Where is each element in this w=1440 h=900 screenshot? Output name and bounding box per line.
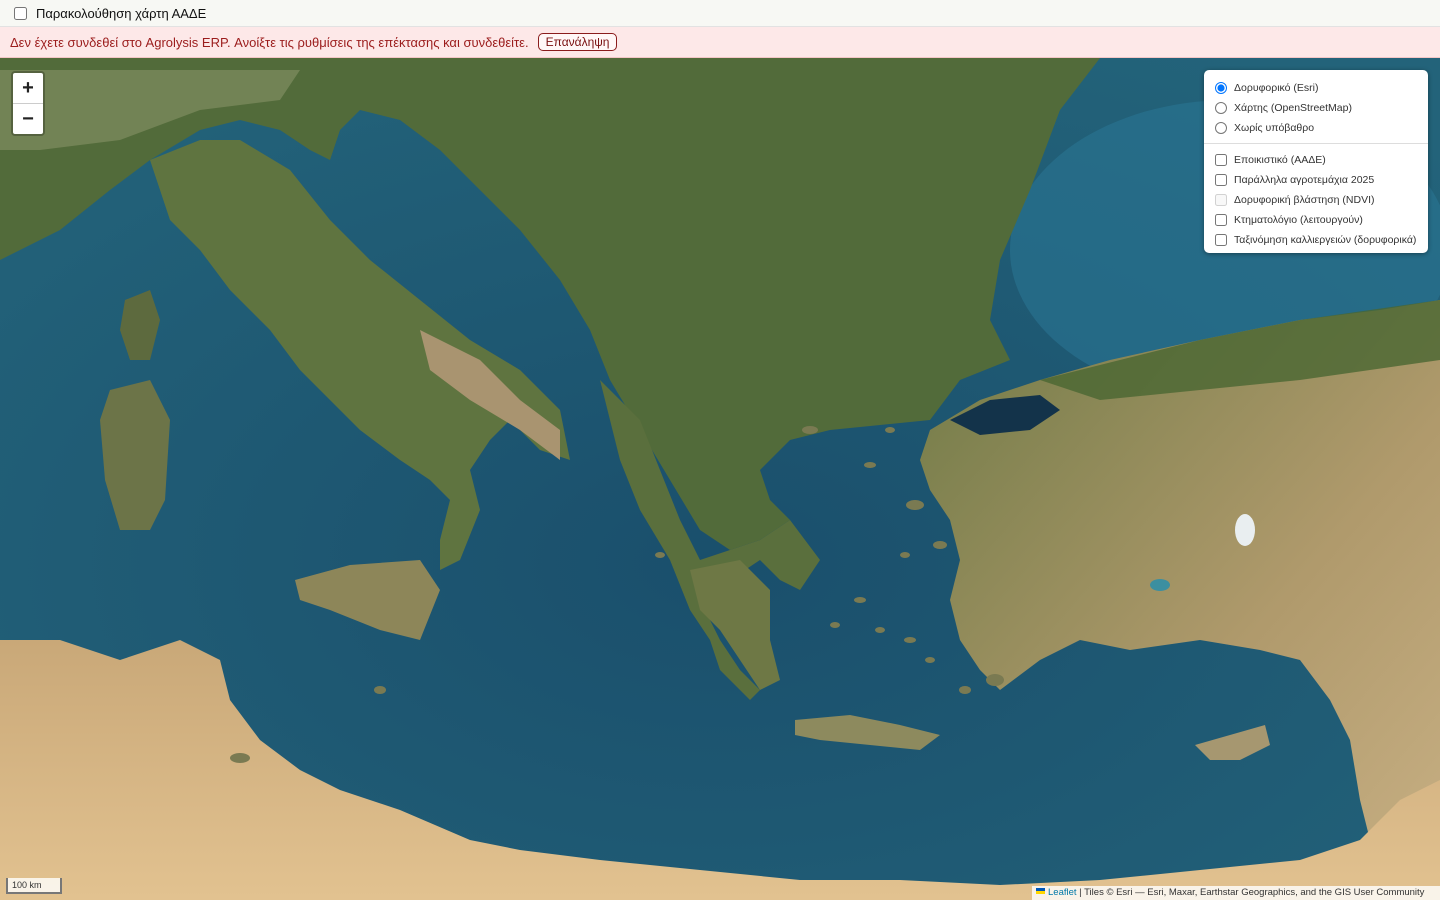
zoom-out-button[interactable]: −: [13, 103, 43, 134]
base-layer-esri-label: Δορυφορικό (Esri): [1234, 82, 1319, 94]
overlay-epoikistiko-checkbox[interactable]: [1215, 154, 1227, 166]
overlay-cadastre-checkbox[interactable]: [1215, 214, 1227, 226]
overlay-epoikistiko[interactable]: Εποικιστικό (ΑΑΔΕ): [1214, 150, 1418, 170]
layers-separator: [1204, 143, 1428, 144]
overlay-parcels-2025-checkbox[interactable]: [1215, 174, 1227, 186]
overlay-crop-classification-label: Ταξινόμηση καλλιεργειών (δορυφορικά): [1234, 234, 1417, 246]
layers-control-panel: Δορυφορικό (Esri) Χάρτης (OpenStreetMap)…: [1204, 70, 1428, 253]
base-layer-esri[interactable]: Δορυφορικό (Esri): [1214, 78, 1418, 98]
overlay-parcels-2025[interactable]: Παράλληλα αγροτεμάχια 2025: [1214, 170, 1418, 190]
overlay-ndvi: Δορυφορική βλάστηση (NDVI): [1214, 190, 1418, 210]
zoom-in-button[interactable]: +: [13, 73, 43, 103]
overlay-crop-classification-checkbox[interactable]: [1215, 234, 1227, 246]
retry-button[interactable]: Επανάληψη: [537, 33, 618, 51]
overlay-cadastre-label: Κτηματολόγιο (λειτουργούν): [1234, 214, 1363, 226]
login-alert-banner: Δεν έχετε συνδεθεί στο Agrolysis ERP. Αν…: [0, 27, 1440, 58]
base-layer-none[interactable]: Χωρίς υπόβαθρο: [1214, 118, 1418, 138]
ukraine-flag-icon: [1036, 888, 1045, 895]
base-layer-esri-radio[interactable]: [1215, 82, 1227, 94]
leaflet-link[interactable]: Leaflet: [1048, 887, 1077, 898]
attribution-text: | Tiles © Esri — Esri, Maxar, Earthstar …: [1079, 887, 1425, 898]
overlay-ndvi-label: Δορυφορική βλάστηση (NDVI): [1234, 194, 1375, 206]
zoom-control: + −: [11, 71, 45, 136]
base-layer-none-radio[interactable]: [1215, 122, 1227, 134]
map-canvas[interactable]: + − Δορυφορικό (Esri) Χάρτης (OpenStreet…: [0, 58, 1440, 900]
overlay-epoikistiko-label: Εποικιστικό (ΑΑΔΕ): [1234, 154, 1326, 166]
monitor-map-checkbox[interactable]: [14, 6, 27, 20]
base-layer-osm-label: Χάρτης (OpenStreetMap): [1234, 102, 1352, 114]
scale-bar: 100 km: [6, 878, 62, 894]
login-alert-message: Δεν έχετε συνδεθεί στο Agrolysis ERP. Αν…: [10, 34, 529, 50]
base-layer-osm-radio[interactable]: [1215, 102, 1227, 114]
top-bar: Παρακολούθηση χάρτη ΑΑΔΕ: [0, 0, 1440, 27]
overlay-cadastre[interactable]: Κτηματολόγιο (λειτουργούν): [1214, 210, 1418, 230]
base-layer-osm[interactable]: Χάρτης (OpenStreetMap): [1214, 98, 1418, 118]
overlay-parcels-2025-label: Παράλληλα αγροτεμάχια 2025: [1234, 174, 1375, 186]
monitor-map-label[interactable]: Παρακολούθηση χάρτη ΑΑΔΕ: [36, 6, 206, 21]
map-attribution: Leaflet | Tiles © Esri — Esri, Maxar, Ea…: [1032, 886, 1440, 900]
overlay-ndvi-checkbox: [1215, 194, 1227, 206]
base-layer-none-label: Χωρίς υπόβαθρο: [1234, 122, 1315, 134]
overlay-crop-classification[interactable]: Ταξινόμηση καλλιεργειών (δορυφορικά): [1214, 230, 1418, 250]
